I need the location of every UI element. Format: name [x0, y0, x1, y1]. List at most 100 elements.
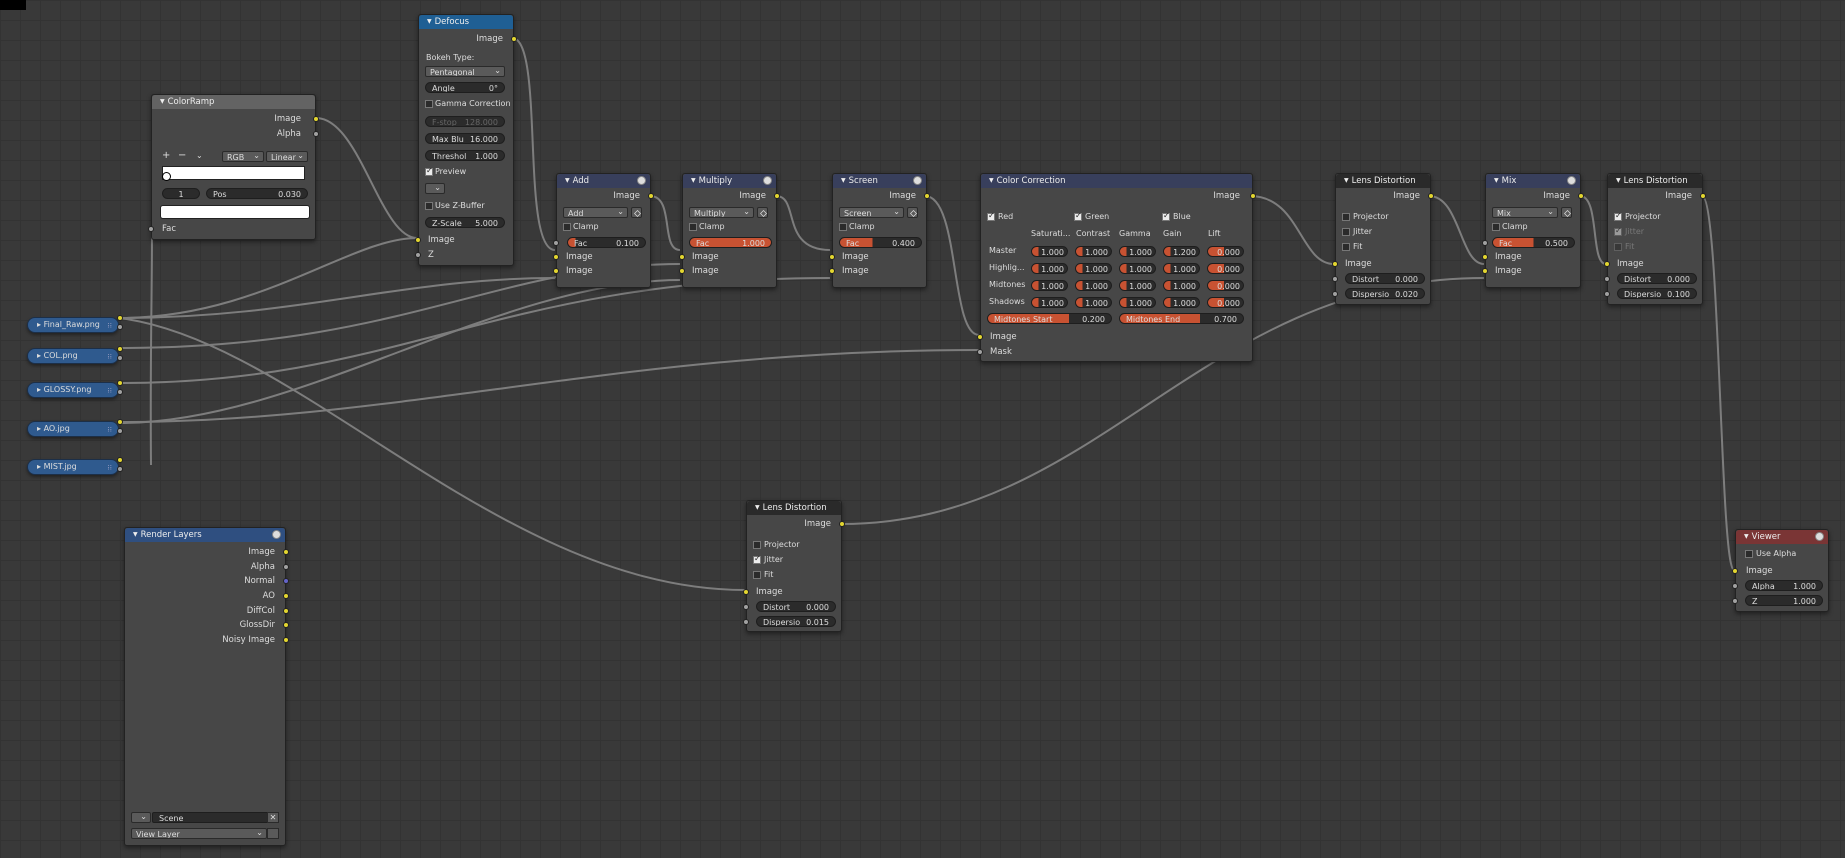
highlights-gamma-field[interactable]: 1.000	[1119, 263, 1156, 274]
midtones-contrast-field[interactable]: 1.000	[1075, 280, 1112, 291]
multiply-node[interactable]: ▼Multiply Image Multiply Clamp Fac1.000 …	[679, 173, 780, 288]
input-socket[interactable]	[1332, 261, 1338, 267]
lens-distortion-node[interactable]: ▼Lens Distortion Image Projector Jitter …	[743, 500, 845, 632]
blue-checkbox[interactable]	[1162, 211, 1170, 221]
stop-color-swatch[interactable]	[160, 205, 310, 219]
clear-scene-icon[interactable]: ✕	[267, 812, 279, 823]
add-node[interactable]: ▼Add Image Add Clamp Fac0.100 Image Imag…	[553, 173, 654, 288]
collapse-triangle-icon[interactable]: ▼	[691, 177, 696, 184]
output-socket[interactable]	[117, 457, 123, 463]
screen-header[interactable]: ▼ Screen	[833, 174, 926, 188]
fac-slider[interactable]: Fac 0.500	[1492, 237, 1575, 248]
output-socket[interactable]	[511, 36, 517, 42]
input-socket[interactable]	[743, 589, 749, 595]
output-socket[interactable]	[1578, 193, 1584, 199]
collapse-triangle-icon[interactable]: ▼	[133, 531, 138, 538]
input-socket[interactable]	[743, 604, 749, 610]
lens-distortion-node[interactable]: ▼Lens Distortion Image Projector Jitter …	[1604, 173, 1706, 305]
bokeh-type-dropdown[interactable]: Pentagonal	[425, 66, 505, 77]
input-socket[interactable]	[553, 240, 559, 246]
output-socket[interactable]	[1428, 193, 1434, 199]
use-alpha-icon[interactable]	[757, 207, 768, 218]
alpha-field[interactable]: Alpha 1.000	[1745, 580, 1823, 591]
clamp-checkbox[interactable]	[689, 223, 697, 231]
shadows-saturation-field[interactable]: 1.000	[1031, 297, 1068, 308]
input-socket[interactable]	[553, 268, 559, 274]
clamp-checkbox[interactable]	[1492, 223, 1500, 231]
distort-field[interactable]: Distort 0.000	[1617, 273, 1697, 284]
output-socket[interactable]	[313, 116, 319, 122]
mix-header[interactable]: ▼ Mix	[1486, 174, 1580, 188]
output-socket[interactable]	[283, 608, 289, 614]
viewer-node[interactable]: ▼ Viewer Use Alpha Image Alpha 1.000 Z 1.00…	[1732, 529, 1829, 612]
lens-distortion-header[interactable]: ▼ Lens Distortion	[1608, 174, 1702, 188]
master-saturation-field[interactable]: 1.000	[1031, 246, 1068, 257]
shadows-contrast-field[interactable]: 1.000	[1075, 297, 1112, 308]
dispersion-field[interactable]: Dispersio 0.020	[1345, 288, 1425, 299]
output-socket[interactable]	[117, 428, 123, 434]
blend-mode-dropdown[interactable]: Screen	[839, 207, 904, 218]
shadows-lift-field[interactable]: 0.000	[1207, 297, 1244, 308]
output-socket[interactable]	[283, 637, 289, 643]
output-socket[interactable]	[1250, 193, 1256, 199]
projector-checkbox[interactable]	[753, 541, 761, 549]
output-socket[interactable]	[117, 389, 123, 395]
color-correction-header[interactable]: ▼ Color Correction	[981, 174, 1252, 188]
clamp-checkbox[interactable]	[563, 223, 571, 231]
globe-icon[interactable]	[1815, 532, 1824, 541]
output-socket[interactable]	[117, 355, 123, 361]
add-header[interactable]: ▼ Add	[557, 174, 650, 188]
ramp-menu-button[interactable]: ⌄	[196, 151, 203, 161]
interpolation-dropdown[interactable]: Linear	[266, 151, 308, 162]
output-socket[interactable]	[1700, 193, 1706, 199]
highlights-lift-field[interactable]: 0.000	[1207, 263, 1244, 274]
lens-distortion-header[interactable]: ▼ Lens Distortion	[1336, 174, 1430, 188]
output-socket[interactable]	[924, 193, 930, 199]
output-socket[interactable]	[117, 315, 123, 321]
output-socket[interactable]	[117, 419, 123, 425]
input-socket[interactable]	[1604, 291, 1610, 297]
viewer-header[interactable]: ▼ Viewer	[1736, 530, 1828, 544]
use-alpha-icon[interactable]	[631, 207, 642, 218]
blend-mode-dropdown[interactable]: Mix	[1492, 207, 1558, 218]
collapse-triangle-icon[interactable]: ▼	[1494, 177, 1499, 184]
color-mode-dropdown[interactable]: RGB	[222, 151, 264, 162]
defocus-header[interactable]: ▼ Defocus	[419, 15, 513, 29]
render-layers-node[interactable]: ▼ Render Layers Image Alpha Normal AO Dif…	[124, 527, 289, 846]
colorramp-header[interactable]: ▼ ColorRamp	[152, 95, 315, 109]
input-socket[interactable]	[415, 237, 421, 243]
output-socket[interactable]	[117, 346, 123, 352]
input-socket[interactable]	[1732, 568, 1738, 574]
master-contrast-field[interactable]: 1.000	[1075, 246, 1112, 257]
image-input-mist[interactable]: ▸ MIST.jpg ⁝⁝	[27, 459, 119, 475]
output-socket[interactable]	[117, 380, 123, 386]
scene-selector-icon[interactable]	[425, 183, 445, 194]
input-socket[interactable]	[1604, 276, 1610, 282]
input-socket[interactable]	[1482, 240, 1488, 246]
use-alpha-checkbox[interactable]	[1745, 550, 1753, 558]
mix-node[interactable]: ▼Mix Image Mix Clamp Fac0.500 Image Imag…	[1482, 173, 1584, 288]
image-input-final-raw[interactable]: ▸ Final_Raw.png ⁝⁝	[27, 317, 119, 333]
preview-checkbox[interactable]	[425, 166, 433, 176]
z-scale-field[interactable]: Z-Scale 5.000	[425, 217, 505, 228]
midtones-gain-field[interactable]: 1.000	[1163, 280, 1200, 291]
input-socket[interactable]	[977, 334, 983, 340]
add-stop-button[interactable]: +	[162, 151, 170, 161]
output-socket[interactable]	[117, 466, 123, 472]
master-gamma-field[interactable]: 1.000	[1119, 246, 1156, 257]
shadows-gamma-field[interactable]: 1.000	[1119, 297, 1156, 308]
output-socket[interactable]	[648, 193, 654, 199]
output-socket[interactable]	[283, 564, 289, 570]
view-layer-dropdown[interactable]: View Layer	[131, 828, 267, 839]
collapse-triangle-icon[interactable]: ▼	[1344, 177, 1349, 184]
input-socket[interactable]	[679, 268, 685, 274]
highlights-gain-field[interactable]: 1.000	[1163, 263, 1200, 274]
highlights-saturation-field[interactable]: 1.000	[1031, 263, 1068, 274]
input-socket[interactable]	[1332, 276, 1338, 282]
jitter-checkbox[interactable]	[1342, 228, 1350, 236]
input-socket[interactable]	[1482, 254, 1488, 260]
output-socket[interactable]	[117, 324, 123, 330]
input-socket[interactable]	[1604, 261, 1610, 267]
output-socket[interactable]	[774, 193, 780, 199]
input-socket[interactable]	[553, 254, 559, 260]
